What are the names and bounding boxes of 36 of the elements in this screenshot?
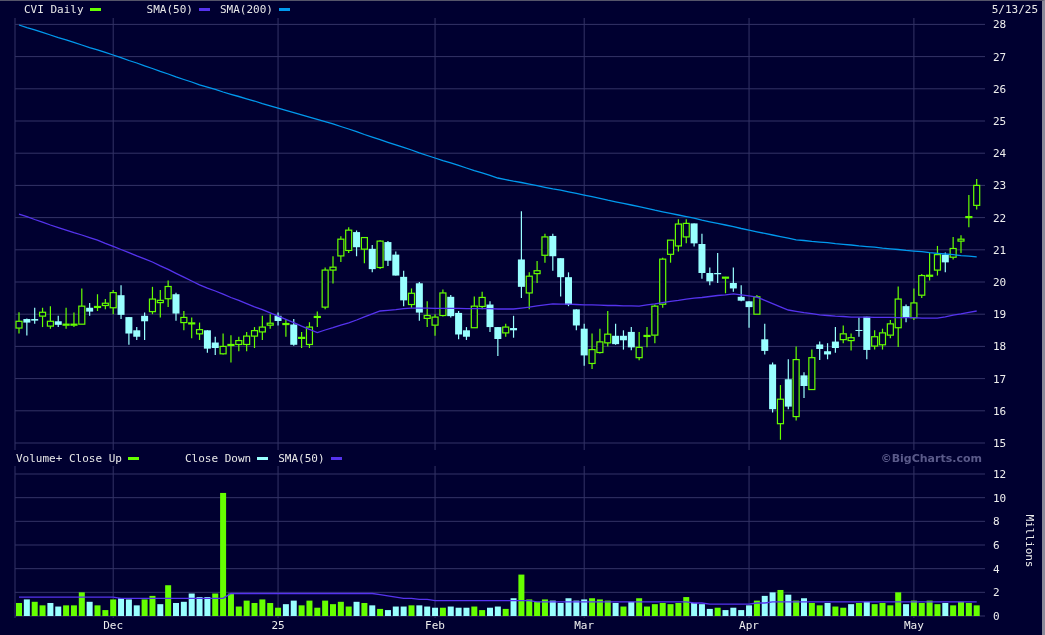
legend-label: SMA(200): [219, 3, 273, 16]
legend-label: Close Down: [184, 451, 252, 465]
axis-tick-label: 10: [993, 491, 1007, 505]
axis-tick-label: 20: [993, 276, 1007, 289]
axis-tick-label: 23: [993, 179, 1007, 193]
axis-tick-label: 19: [993, 308, 1007, 322]
axis-tick-label: 24: [993, 147, 1007, 161]
axis-tick-label: 2: [993, 586, 1000, 600]
axis-tick-label: 8: [993, 515, 1000, 529]
axis-tick-label: 4: [993, 562, 1000, 576]
axis-tick-label: 16: [993, 404, 1007, 418]
axis-tick-label: 21: [993, 243, 1007, 257]
axis-tick-label: Dec: [103, 619, 124, 632]
axis-tick-label: 18: [993, 340, 1007, 354]
chart-date: 5/13/25: [991, 3, 1038, 16]
axis-tick-label: 26: [993, 82, 1007, 96]
axis-tick-label: 27: [993, 50, 1007, 64]
axis-tick-label: 25: [993, 115, 1007, 128]
axis-title: Millions: [1023, 514, 1036, 568]
axis-tick-label: 6: [993, 539, 1000, 552]
axis-tick-label: 15: [993, 437, 1007, 450]
axis-tick-label: 28: [993, 18, 1007, 32]
axis-tick-label: 25: [271, 619, 285, 632]
axis-tick-label: Mar: [574, 619, 595, 632]
axis-tick-label: Feb: [425, 619, 445, 632]
axis-tick-label: 12: [993, 468, 1007, 481]
legend-label: SMA(50): [278, 451, 325, 465]
legend-label: CVI Daily: [24, 3, 84, 16]
axis-tick-label: 17: [993, 372, 1007, 386]
axis-tick-label: 22: [993, 211, 1007, 225]
legend-label: Volume+ Close Up: [16, 451, 122, 465]
axis-tick-label: 0: [993, 610, 1000, 623]
axis-tick-label: May: [903, 619, 924, 632]
copyright-text: ©BigCharts.com: [880, 451, 982, 465]
axis-tick-label: Apr: [739, 619, 759, 632]
legend-label: SMA(50): [146, 3, 193, 16]
